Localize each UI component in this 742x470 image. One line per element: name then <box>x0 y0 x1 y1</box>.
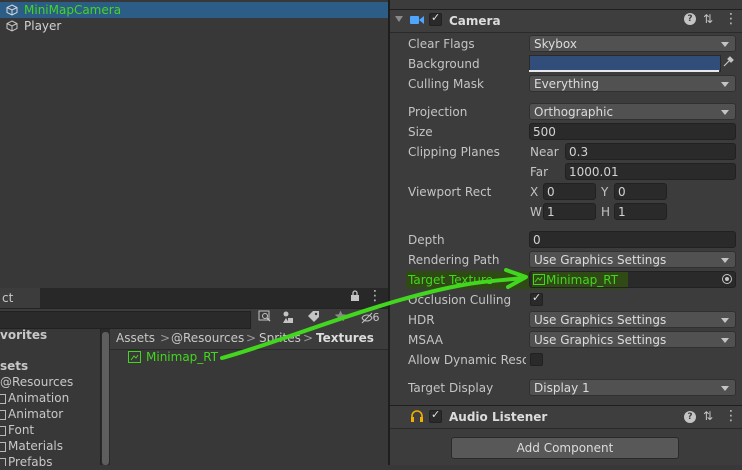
annotation-arrow <box>220 268 528 360</box>
